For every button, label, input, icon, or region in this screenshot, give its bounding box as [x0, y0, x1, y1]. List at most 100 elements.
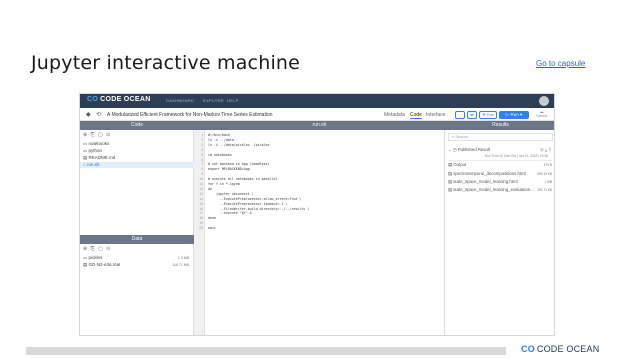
data-folder-icon[interactable]: ▢ — [98, 246, 104, 252]
line-number: 13 — [199, 191, 203, 196]
code-toolbar: ⊕ ⎘ ▢ ⊙ — [83, 132, 111, 138]
code-editor[interactable]: run.sh 1 2 3 4 5 6 7 8 9 10 11 12 13 14 15 16 17 18 19 20 #… — [194, 121, 445, 335]
code-line: #!/bin/bash — [208, 133, 230, 137]
code-line: --FilesWriter.build_directory=../../resu… — [208, 206, 310, 211]
environment-button[interactable]: ⚙ Env — [479, 111, 497, 119]
nav-dashboard[interactable]: DASHBOARD — [166, 98, 194, 103]
data-item-pickles[interactable]: ▭ pickles — [83, 255, 191, 261]
output-file-icon: ▤ — [448, 162, 453, 167]
line-number: 18 — [199, 216, 203, 221]
code-line: --ExecutePreprocessor.allow_errors=True … — [208, 196, 302, 201]
play-icon: ▷ — [505, 112, 510, 117]
output-item[interactable]: ▤ Output — [448, 162, 466, 168]
line-number: 4 — [201, 147, 203, 152]
footer-mark: CO — [521, 344, 535, 354]
results-panel: Results ⌕ Search ⌄ ◷ Published Result ⊙ … — [445, 121, 554, 335]
line-number: 6 — [201, 157, 203, 162]
line-number: 5 — [201, 152, 203, 157]
code-line: # execute all notebooks in parallel — [208, 177, 278, 182]
nav-help[interactable]: HELP — [227, 98, 239, 103]
footer-bar — [26, 347, 506, 355]
folder-icon[interactable]: ▢ — [98, 132, 104, 138]
result-size-spectrotemporal: 509.19 KB — [537, 172, 552, 176]
tab-code[interactable]: Code — [410, 112, 422, 119]
data-panel-header: Data — [80, 235, 194, 244]
file-item-run-sh[interactable]: ⌂ run.sh — [80, 162, 194, 168]
footer-logo: CO CODE OCEAN — [521, 344, 599, 354]
run-label: Run — [510, 112, 519, 117]
capsule-icon[interactable]: ◆ — [86, 111, 91, 118]
sync-icon[interactable]: ⟲ — [96, 111, 101, 118]
results-panel-header: Results — [445, 121, 554, 130]
slide-title: Jupyter interactive machine — [31, 52, 301, 74]
saved-indicator: ☁ Saved — [536, 110, 547, 118]
git-icon[interactable]: ⊙ — [106, 132, 111, 138]
user-avatar[interactable] — [539, 96, 549, 106]
code-line: do — [208, 186, 212, 191]
result-actions-icons[interactable]: ⊙ ⤓ ⇧ — [540, 147, 552, 153]
run-button[interactable]: ▷ Run ▾ — [499, 111, 529, 119]
code-line: cd notebooks — [208, 152, 232, 157]
result-file-learning[interactable]: ▤ state_space_model_learning.html — [448, 179, 518, 185]
top-navbar: CO CODE OCEAN DASHBOARD EXPLORE HELP — [80, 94, 554, 108]
line-number: 3 — [201, 142, 203, 147]
code-line: ln -s ../data — [208, 137, 234, 142]
run-time-text: Run Time 2h 02m 09s | Jan 16, 2018 | 19:… — [485, 154, 548, 158]
line-number: 2 — [201, 137, 203, 142]
result-size-evaluation: 393.71 KB — [537, 188, 552, 192]
editor-filename: run.sh — [194, 121, 445, 130]
search-placeholder: Search — [455, 134, 469, 139]
tab-interface[interactable]: Interface — [426, 112, 445, 118]
capsule-toolbar: ◆ ⟲ A Modularized Efficient Framework fo… — [80, 108, 554, 121]
line-number: 16 — [199, 206, 203, 211]
go-to-capsule-link[interactable]: Go to capsule — [536, 59, 585, 68]
code-line: for f in *.ipynb — [208, 182, 240, 186]
more-options-icon[interactable]: ··· — [455, 111, 465, 119]
slide: Jupyter interactive machine Go to capsul… — [0, 0, 631, 358]
code-line: # set backend to Agg (headless) — [208, 162, 270, 167]
code-line: export MPLBACKEND=Agg — [208, 167, 250, 172]
line-number: 12 — [199, 186, 203, 191]
file-item-notebooks[interactable]: ▭ notebooks — [83, 141, 109, 147]
brand-mark: CO — [87, 96, 99, 103]
data-size-pickles: 1.9 MB — [177, 256, 189, 260]
file-item-readme[interactable]: ▤ README.md — [83, 155, 115, 161]
line-number: 14 — [199, 196, 203, 201]
results-search-input[interactable]: ⌕ Search — [448, 133, 553, 141]
capsule-title: A Modularized Efficient Framework for No… — [107, 112, 273, 118]
line-number: 19 — [199, 221, 203, 226]
code-panel-header: Code — [80, 121, 194, 130]
results-divider — [448, 160, 553, 161]
upload-icon[interactable]: ⎘ — [91, 132, 96, 138]
code-line: jupyter nbconvert \ — [208, 191, 254, 196]
data-size-mat: 116.71 MB — [172, 263, 189, 267]
code-line: done — [208, 216, 216, 221]
code-line: ln -s ../data/pickles ./pickles — [208, 142, 270, 147]
brand-logo[interactable]: CO CODE OCEAN — [87, 96, 151, 103]
gear-icon: ⚙ — [482, 112, 486, 117]
result-file-spectrotemporal[interactable]: ▤ spectrotemporal_decompositions.html — [448, 171, 526, 177]
line-number: 15 — [199, 201, 203, 206]
saved-label: Saved — [536, 113, 548, 118]
tab-metadata[interactable]: Metadata — [384, 112, 405, 118]
line-number: 17 — [199, 211, 203, 216]
result-file-evaluation[interactable]: ▤ state_space_model_learning_evaluation.… — [448, 187, 534, 193]
line-number: 10 — [199, 177, 203, 182]
line-number-gutter: 1 2 3 4 5 6 7 8 9 10 11 12 13 14 15 16 17 18 19 20 — [194, 130, 205, 335]
line-number: 9 — [201, 172, 203, 177]
nav-explore[interactable]: EXPLORE — [203, 98, 224, 103]
code-line: wait — [208, 226, 216, 231]
data-upload-icon[interactable]: ⎘ — [91, 246, 96, 252]
search-icon: ⌕ — [452, 134, 455, 139]
line-number: 11 — [199, 182, 203, 186]
left-panel: Code ⊕ ⎘ ▢ ⊙ ▭ notebooks ▭ python ▤ READ… — [80, 121, 194, 335]
data-info-icon[interactable]: ⊙ — [106, 246, 111, 252]
share-icon[interactable]: ⇄ — [467, 111, 477, 119]
new-file-icon[interactable]: ⊕ — [83, 132, 88, 138]
file-item-python[interactable]: ▭ python — [83, 148, 102, 154]
add-data-icon[interactable]: ⊕ — [83, 246, 88, 252]
data-toolbar: ⊕ ⎘ ▢ ⊙ — [83, 246, 111, 252]
output-size: 479 B — [543, 163, 552, 167]
line-number: 20 — [199, 226, 203, 231]
published-result-item[interactable]: ⌄ ◷ Published Result — [448, 147, 490, 153]
